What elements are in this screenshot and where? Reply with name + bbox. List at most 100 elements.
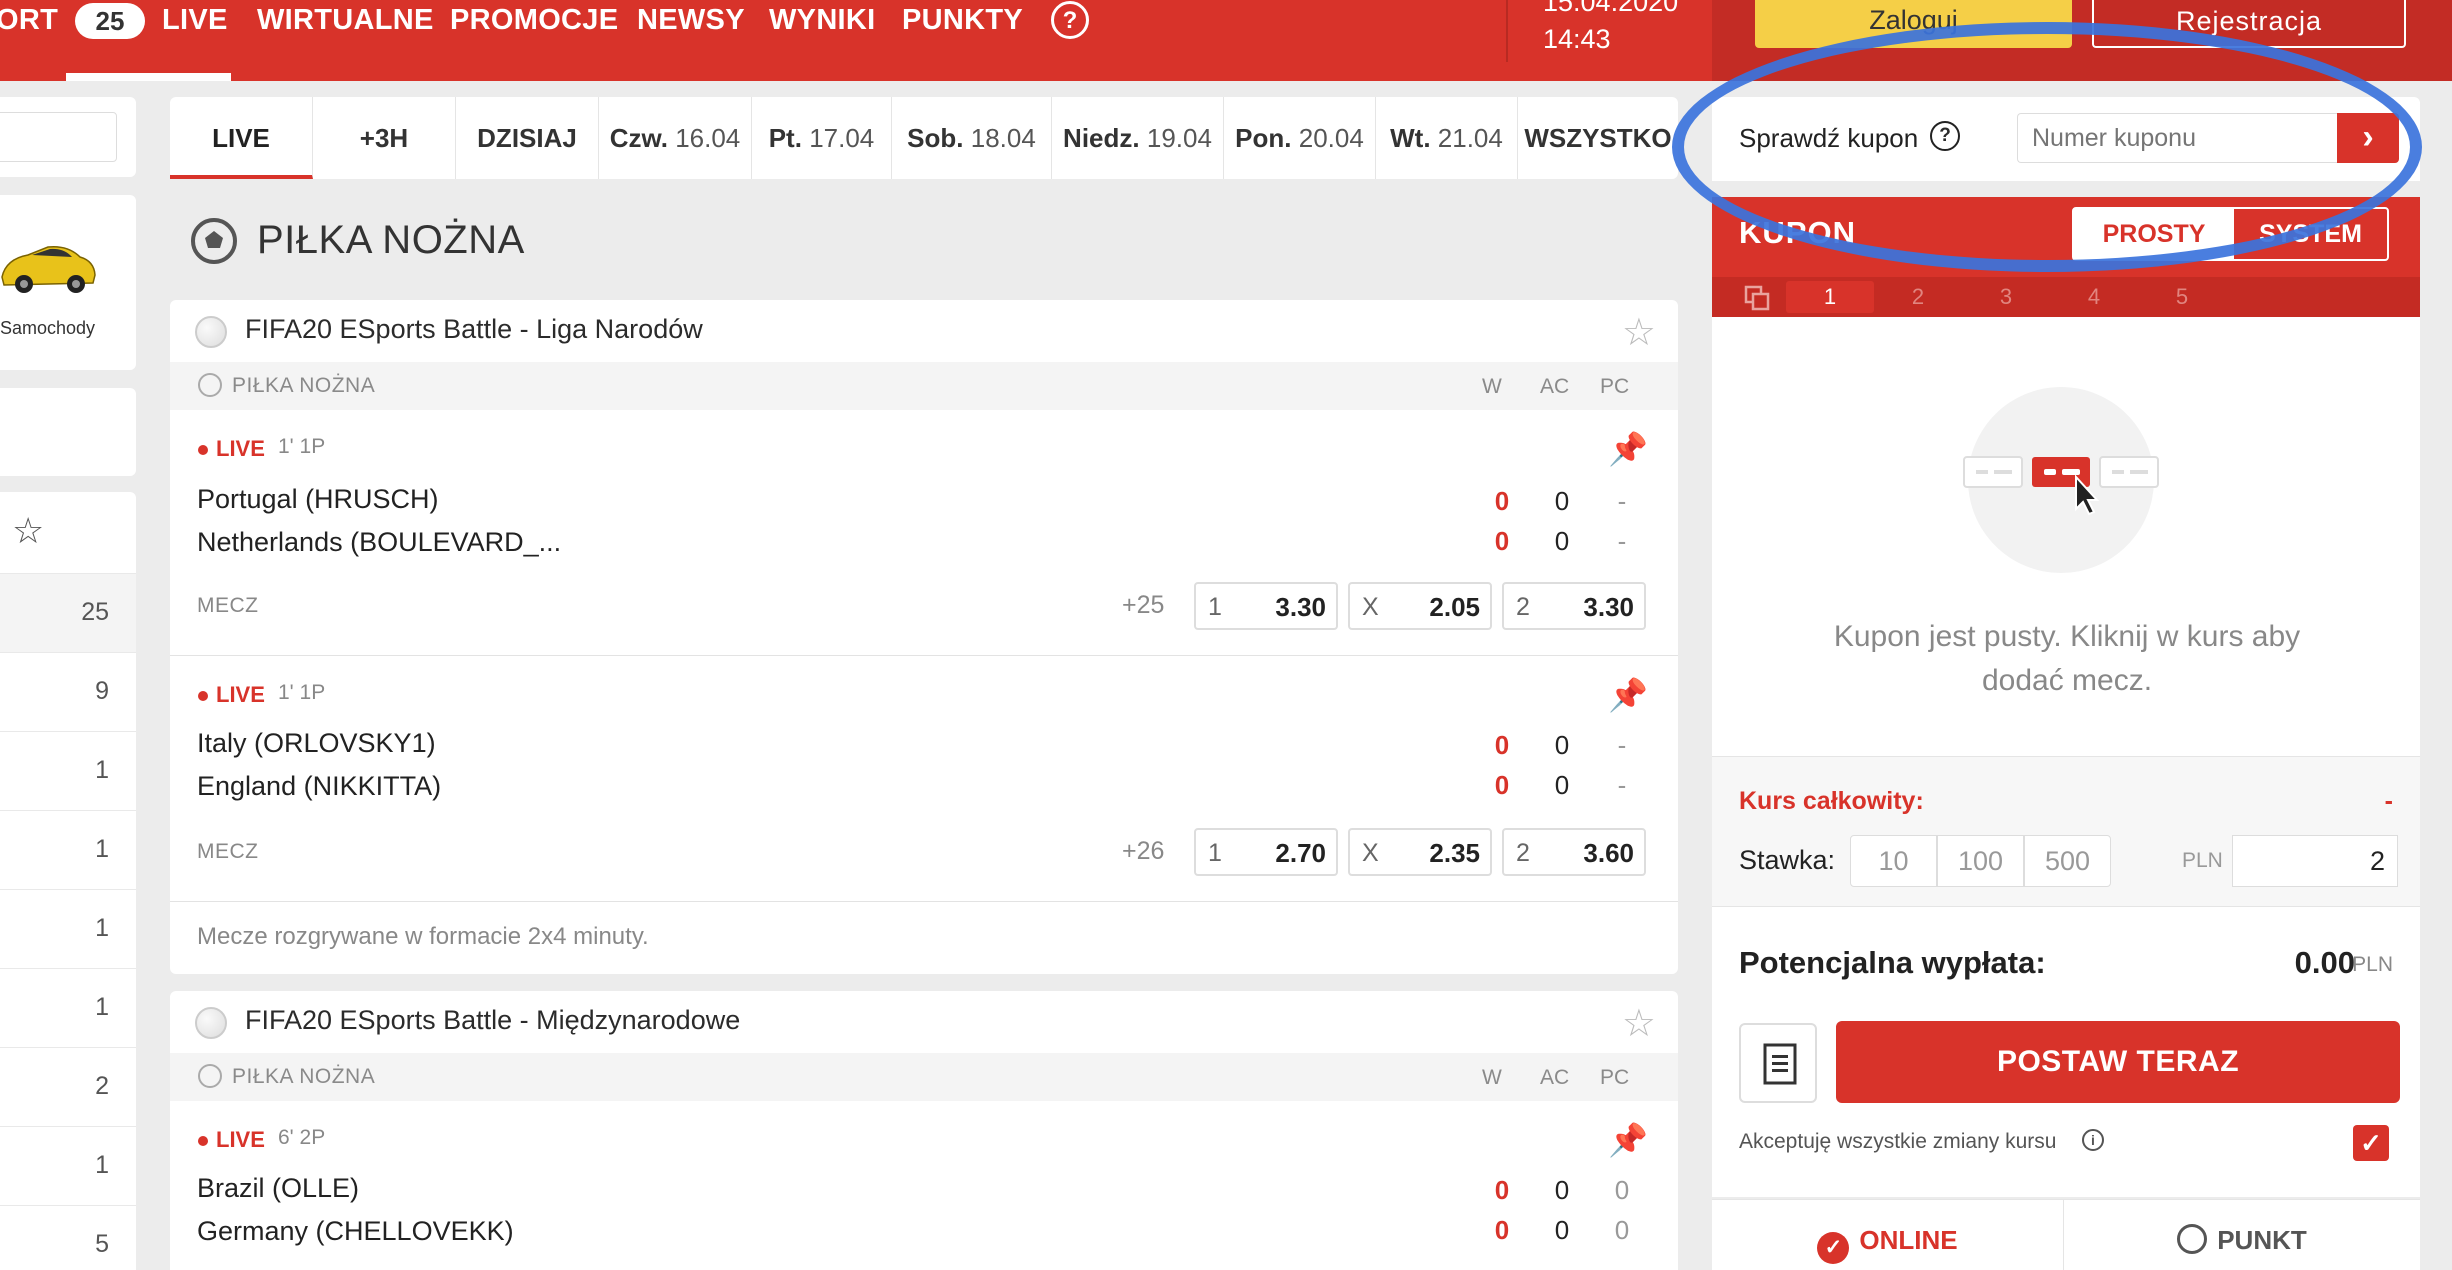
list-item[interactable]: 2 xyxy=(0,1048,136,1127)
away-team: Netherlands (BOULEVARD_... xyxy=(197,527,562,557)
mode-system-button[interactable]: SYSTEM xyxy=(2234,209,2387,259)
pin-icon[interactable]: 📌 xyxy=(1608,1121,1648,1159)
tab-today[interactable]: DZISIAJ xyxy=(456,97,599,179)
list-item[interactable]: 1 xyxy=(0,811,136,890)
odd-button-draw[interactable]: X 2.35 xyxy=(1348,828,1492,876)
help-icon[interactable]: ? xyxy=(1930,121,1960,151)
odd-button-draw[interactable]: X 2.05 xyxy=(1348,582,1492,630)
away-team: England (NIKKITTA) xyxy=(197,771,442,801)
nav-item-sport[interactable]: ORT xyxy=(0,4,58,37)
register-button[interactable]: Rejestracja xyxy=(2092,0,2406,48)
coupon-tab-2[interactable]: 2 xyxy=(1874,281,1962,313)
league-header[interactable]: FIFA20 ESports Battle - Liga Narodów ☆ xyxy=(170,300,1678,362)
coupon-title: KUPON xyxy=(1739,215,1856,250)
tab-3h[interactable]: +3H xyxy=(313,97,456,179)
tab-thu[interactable]: Czw. 16.04 xyxy=(599,97,752,179)
home-score-pc: 0 xyxy=(1614,1175,1630,1205)
stake-chip-10[interactable]: 10 xyxy=(1850,835,1937,887)
document-icon[interactable] xyxy=(1739,1023,1817,1103)
check-coupon-label: Sprawdź kupon xyxy=(1739,123,1919,153)
count: 1 xyxy=(95,914,109,942)
chevron-right-icon[interactable]: › xyxy=(2337,113,2399,163)
list-item[interactable]: 1 xyxy=(0,732,136,811)
active-tab-indicator xyxy=(66,73,231,81)
coupon-tab-5[interactable]: 5 xyxy=(2138,281,2226,313)
home-score-pc: - xyxy=(1617,486,1627,516)
list-item[interactable]: 25 xyxy=(0,574,136,653)
nav-item-wyniki[interactable]: WYNIKI xyxy=(769,4,876,37)
info-icon[interactable]: i xyxy=(2082,1129,2104,1151)
mode-simple-button[interactable]: PROSTY xyxy=(2074,209,2234,259)
radio-icon xyxy=(2177,1224,2208,1254)
odd-button-away[interactable]: 2 3.60 xyxy=(1502,828,1646,876)
nav-item-wirtualne[interactable]: WIRTUALNE xyxy=(257,4,434,37)
tab-fri[interactable]: Pt. 17.04 xyxy=(752,97,892,179)
match-row[interactable]: LIVE 1' 1P 📌 Italy (ORLOVSKY1) England (… xyxy=(170,656,1678,902)
coupon-number-input[interactable] xyxy=(2017,113,2337,163)
tab-punkt[interactable]: PUNKT xyxy=(2064,1200,2420,1270)
place-bet-button[interactable]: POSTAW TERAZ xyxy=(1836,1021,2400,1103)
count: 1 xyxy=(95,756,109,784)
list-item[interactable]: 1 xyxy=(0,969,136,1048)
odd-button-away[interactable]: 2 3.30 xyxy=(1502,582,1646,630)
nav-item-newsy[interactable]: NEWSY xyxy=(637,4,745,37)
match-row[interactable]: LIVE 1' 1P 📌 Portugal (HRUSCH) Netherlan… xyxy=(170,410,1678,656)
more-markets-link[interactable]: +25 xyxy=(1122,591,1164,620)
category-card-cars[interactable]: Samochody xyxy=(0,195,136,370)
count: 5 xyxy=(95,1230,109,1258)
league-subheader: PIŁKA NOŻNA W AC PC xyxy=(170,362,1678,410)
empty-coupon-area: Kupon jest pusty. Kliknij w kurs aby dod… xyxy=(1712,317,2420,757)
list-item[interactable]: 5 xyxy=(0,1206,136,1270)
nav-item-live[interactable]: LIVE xyxy=(162,4,228,37)
stake-input[interactable]: 2 xyxy=(2232,835,2398,887)
punkt-label: PUNKT xyxy=(2217,1225,2307,1255)
login-button[interactable]: Zaloguj xyxy=(1755,0,2072,48)
favorites-row[interactable]: ☆ xyxy=(0,492,136,574)
list-item[interactable]: 1 xyxy=(0,1127,136,1206)
odd-button-home[interactable]: 1 3.30 xyxy=(1194,582,1338,630)
live-indicator: LIVE xyxy=(198,436,265,462)
date-filter-tabs: LIVE +3H DZISIAJ Czw. 16.04 Pt. 17.04 So… xyxy=(170,97,1678,179)
match-row[interactable]: LIVE 6' 2P 📌 Brazil (OLLE) Germany (CHEL… xyxy=(170,1101,1678,1270)
nav-item-promocje[interactable]: PROMOCJE xyxy=(450,4,618,37)
coupon-tab-4[interactable]: 4 xyxy=(2050,281,2138,313)
market-label: MECZ xyxy=(197,840,259,863)
more-markets-link[interactable]: +26 xyxy=(1122,837,1164,866)
tab-mon[interactable]: Pon. 20.04 xyxy=(1224,97,1376,179)
away-score-pc: - xyxy=(1617,526,1627,556)
copy-icon[interactable] xyxy=(1744,285,1770,311)
tab-sat[interactable]: Sob. 18.04 xyxy=(892,97,1052,179)
stake-chip-100[interactable]: 100 xyxy=(1937,835,2024,887)
odd-button-home[interactable]: 1 2.70 xyxy=(1194,828,1338,876)
favorite-star-icon[interactable]: ☆ xyxy=(1622,310,1656,355)
league-name: FIFA20 ESports Battle - Międzynarodowe xyxy=(245,1005,741,1035)
stake-chip-500[interactable]: 500 xyxy=(2024,835,2111,887)
league-flag-icon xyxy=(195,1007,227,1039)
check-icon: ✓ xyxy=(1817,1232,1850,1264)
league-header[interactable]: FIFA20 ESports Battle - Międzynarodowe ☆ xyxy=(170,991,1678,1053)
tab-sun[interactable]: Niedz. 19.04 xyxy=(1052,97,1224,179)
favorite-star-icon[interactable]: ☆ xyxy=(1622,1001,1656,1046)
coupon-tab-3[interactable]: 3 xyxy=(1962,281,2050,313)
tab-all[interactable]: WSZYSTKO xyxy=(1518,97,1678,179)
pin-icon[interactable]: 📌 xyxy=(1608,676,1648,714)
accept-changes-checkbox[interactable]: ✓ xyxy=(2353,1125,2389,1161)
column-w: W xyxy=(1482,1066,1502,1089)
left-search-input[interactable] xyxy=(0,112,117,162)
odds-click-icon xyxy=(1963,456,2159,516)
total-odds-label: Kurs całkowity: xyxy=(1739,787,1924,815)
help-icon[interactable]: ? xyxy=(1051,1,1089,39)
pin-icon[interactable]: 📌 xyxy=(1608,430,1648,468)
away-team: Germany (CHELLOVEKK) xyxy=(197,1216,514,1246)
nav-item-punkty[interactable]: PUNKTY xyxy=(902,4,1023,37)
tab-live[interactable]: LIVE xyxy=(170,97,313,179)
match-time: 6' 2P xyxy=(278,1126,326,1149)
tab-tue[interactable]: Wt. 21.04 xyxy=(1376,97,1518,179)
coupon-tab-1[interactable]: 1 xyxy=(1786,281,1874,313)
list-item[interactable]: 1 xyxy=(0,890,136,969)
total-odds-value: - xyxy=(2384,787,2393,815)
away-score-w: 0 xyxy=(1494,770,1510,800)
market-label: MECZ xyxy=(197,594,259,617)
list-item[interactable]: 9 xyxy=(0,653,136,732)
tab-online[interactable]: ✓ ONLINE xyxy=(1712,1200,2064,1270)
